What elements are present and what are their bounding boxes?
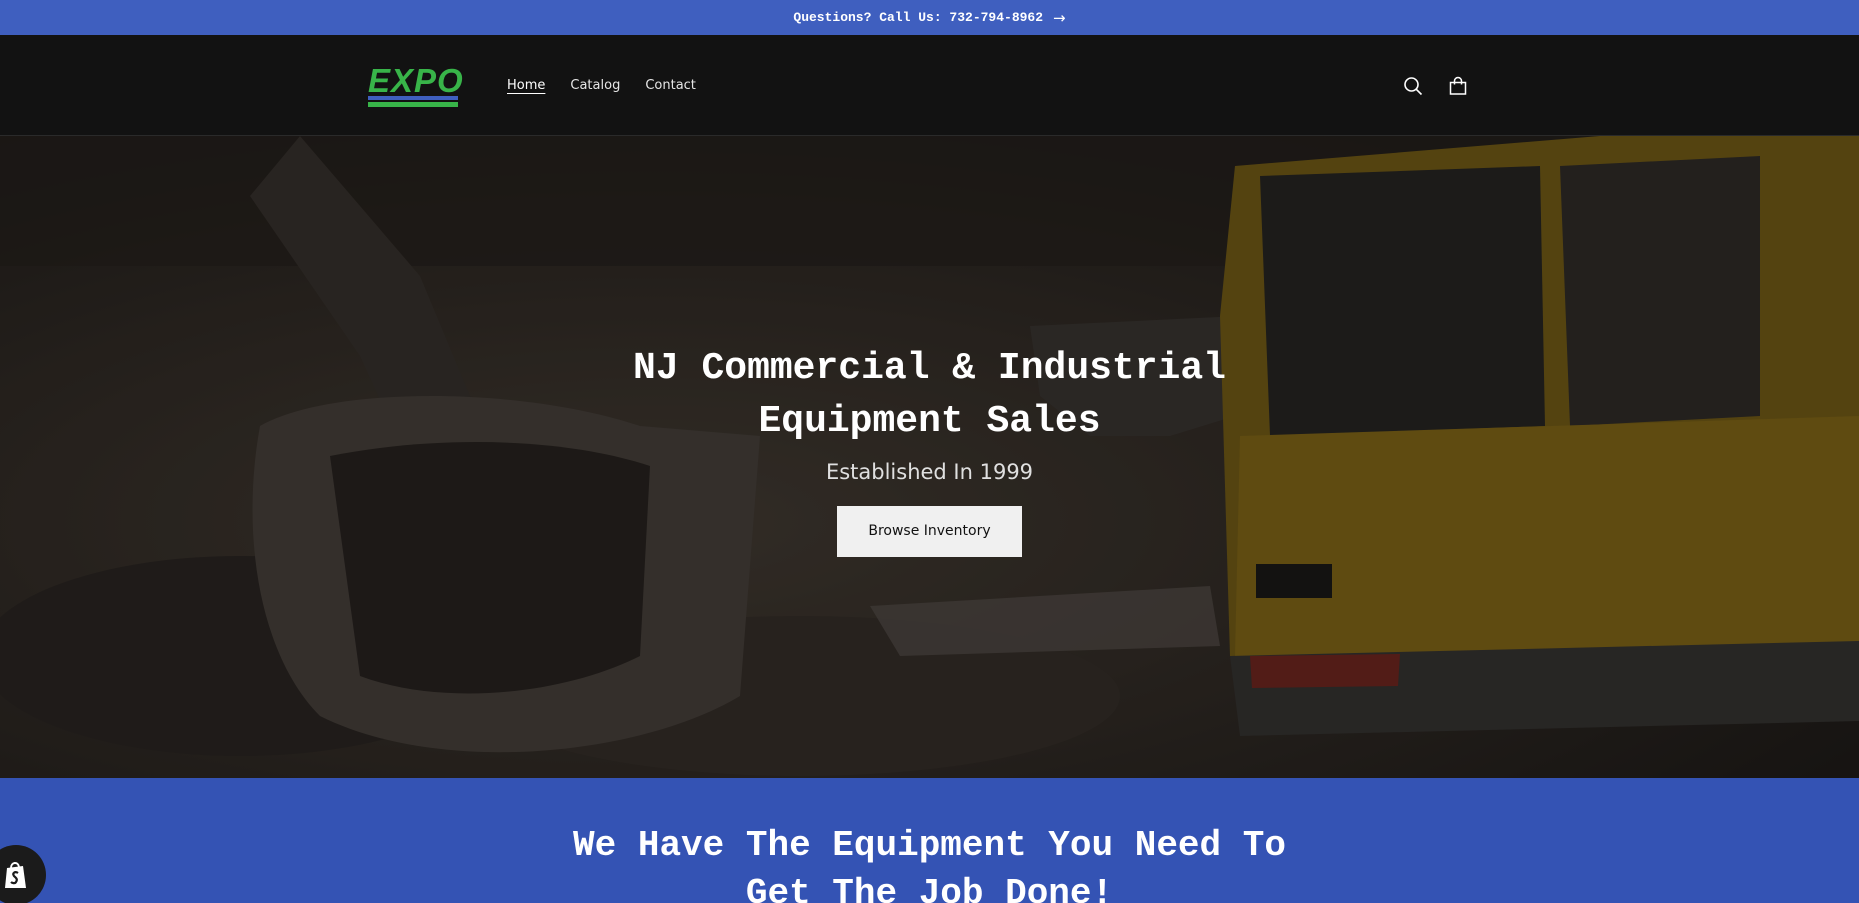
logo-text: EXPO (368, 62, 464, 99)
cart-icon (1449, 76, 1467, 95)
nav-contact[interactable]: Contact (645, 78, 696, 93)
hero-content: NJ Commercial & Industrial Equipment Sal… (0, 136, 1859, 778)
announcement-bar[interactable]: Questions? Call Us: 732-794-8962 → (0, 0, 1859, 35)
shopify-bag-icon (5, 862, 26, 888)
search-button[interactable] (1399, 72, 1427, 100)
search-icon (1404, 77, 1423, 96)
section-heading: We Have The Equipment You Need To Get Th… (0, 822, 1859, 903)
logo[interactable]: EXPO (368, 62, 464, 108)
main-nav: Home Catalog Contact (507, 35, 696, 136)
nav-home[interactable]: Home (507, 78, 545, 93)
announcement-text: Questions? Call Us: 732-794-8962 (793, 10, 1044, 25)
section-heading-text: We Have The Equipment You Need To Get Th… (573, 825, 1286, 903)
nav-catalog[interactable]: Catalog (570, 78, 620, 93)
logo-stripe-blue (368, 96, 458, 100)
cart-button[interactable] (1444, 72, 1472, 100)
arrow-right-icon: → (1053, 8, 1066, 27)
logo-stripe-green (368, 102, 458, 107)
browse-inventory-button[interactable]: Browse Inventory (837, 505, 1022, 557)
hero-title: NJ Commercial & Industrial Equipment Sal… (633, 346, 1226, 443)
site-header: EXPO Home Catalog Contact (0, 35, 1859, 136)
hero-banner: NJ Commercial & Industrial Equipment Sal… (0, 136, 1859, 778)
hero-subtitle: Established In 1999 (825, 459, 1034, 484)
equipment-section: We Have The Equipment You Need To Get Th… (0, 778, 1859, 903)
